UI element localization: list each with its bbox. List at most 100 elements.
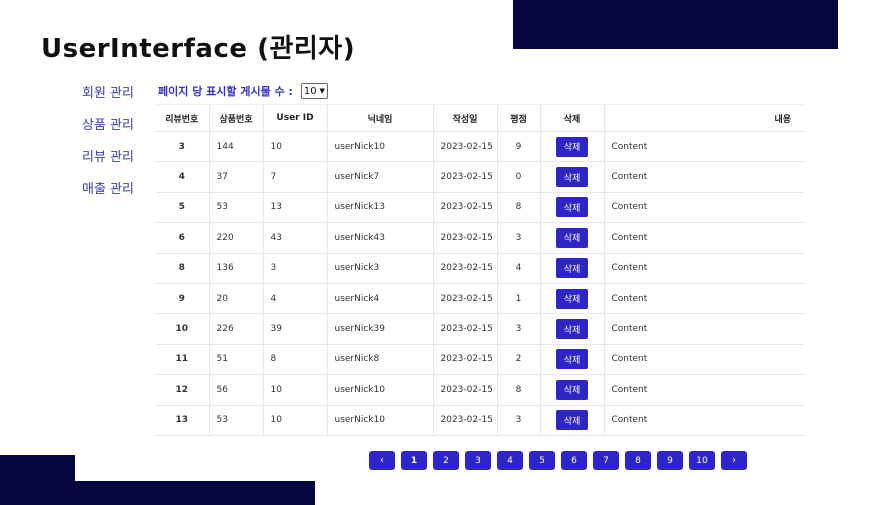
page-button-3[interactable]: 3: [465, 451, 491, 470]
cell-delete: 삭제: [540, 405, 605, 436]
cell-review-no: 10: [155, 313, 210, 345]
page-button-4[interactable]: 4: [497, 451, 523, 470]
chevron-down-icon: ▼: [319, 87, 325, 95]
decorative-block-top-right: [513, 0, 838, 49]
cell-review-no: 8: [155, 253, 210, 284]
cell-review-no: 4: [155, 161, 210, 193]
review-table-container: 리뷰번호 상품번호 User ID 닉네임 작성일 평점 삭제 내용 3 144…: [155, 104, 805, 436]
page-button-6[interactable]: 6: [561, 451, 587, 470]
cell-review-no: 6: [155, 222, 210, 254]
table-row: 10 226 39 userNick39 2023-02-15 3 삭제 Con…: [155, 313, 805, 345]
table-row: 12 56 10 userNick10 2023-02-15 8 삭제 Cont…: [155, 374, 805, 406]
table-row: 9 20 4 userNick4 2023-02-15 1 삭제 Content: [155, 283, 805, 315]
page-button-10[interactable]: 10: [689, 451, 715, 470]
sidebar: 회원 관리 상품 관리 리뷰 관리 매출 관리: [82, 86, 152, 214]
cell-review-no: 13: [155, 405, 210, 436]
page-button-9[interactable]: 9: [657, 451, 683, 470]
cell-nickname: userNick10: [327, 374, 434, 406]
delete-button[interactable]: 삭제: [556, 258, 588, 279]
table-row: 4 37 7 userNick7 2023-02-15 0 삭제 Content: [155, 161, 805, 193]
page-button-2[interactable]: 2: [433, 451, 459, 470]
cell-content: Content: [604, 344, 805, 376]
cell-content: Content: [604, 161, 805, 193]
prev-page-button[interactable]: ‹: [369, 451, 395, 470]
delete-button[interactable]: 삭제: [556, 319, 588, 340]
chevron-left-icon: ‹: [380, 455, 384, 466]
cell-product-no: 37: [209, 161, 264, 193]
table-row: 11 51 8 userNick8 2023-02-15 2 삭제 Conten…: [155, 344, 805, 376]
delete-button[interactable]: 삭제: [556, 136, 588, 157]
cell-date: 2023-02-15: [433, 283, 498, 315]
cell-delete: 삭제: [540, 131, 605, 163]
cell-product-no: 136: [209, 253, 264, 284]
sidebar-item-members[interactable]: 회원 관리: [82, 86, 152, 118]
cell-date: 2023-02-15: [433, 374, 498, 406]
cell-rating: 3: [497, 222, 541, 254]
cell-date: 2023-02-15: [433, 222, 498, 254]
cell-review-no: 9: [155, 283, 210, 315]
cell-content: Content: [604, 313, 805, 345]
cell-user-id: 43: [263, 222, 328, 254]
review-table: 리뷰번호 상품번호 User ID 닉네임 작성일 평점 삭제 내용 3 144…: [155, 104, 805, 436]
page-title: UserInterface (관리자): [41, 34, 356, 64]
delete-button[interactable]: 삭제: [556, 410, 588, 431]
per-page-select[interactable]: 10 ▼: [300, 83, 328, 99]
cell-delete: 삭제: [540, 253, 605, 284]
cell-rating: 8: [497, 374, 541, 406]
header-delete: 삭제: [540, 104, 605, 132]
cell-delete: 삭제: [540, 283, 605, 315]
cell-content: Content: [604, 405, 805, 436]
delete-button[interactable]: 삭제: [556, 349, 588, 370]
delete-button[interactable]: 삭제: [556, 167, 588, 188]
cell-user-id: 8: [263, 344, 328, 376]
cell-product-no: 51: [209, 344, 264, 376]
cell-nickname: userNick13: [327, 192, 434, 224]
cell-review-no: 3: [155, 131, 210, 163]
delete-button[interactable]: 삭제: [556, 227, 588, 248]
cell-content: Content: [604, 283, 805, 315]
sidebar-item-sales[interactable]: 매출 관리: [82, 182, 152, 214]
decorative-bar-bottom-left: [0, 481, 315, 505]
cell-delete: 삭제: [540, 192, 605, 224]
sidebar-item-reviews[interactable]: 리뷰 관리: [82, 150, 152, 182]
delete-button[interactable]: 삭제: [556, 288, 588, 309]
cell-user-id: 10: [263, 131, 328, 163]
pagination: ‹ 1 2 3 4 5 6 7 8 9 10 ›: [369, 451, 747, 470]
header-date: 작성일: [433, 104, 498, 132]
next-page-button[interactable]: ›: [721, 451, 747, 470]
table-body: 3 144 10 userNick10 2023-02-15 9 삭제 Cont…: [155, 131, 805, 436]
table-row: 3 144 10 userNick10 2023-02-15 9 삭제 Cont…: [155, 131, 805, 163]
cell-rating: 3: [497, 405, 541, 436]
header-user-id: User ID: [263, 104, 328, 132]
cell-user-id: 13: [263, 192, 328, 224]
page-button-5[interactable]: 5: [529, 451, 555, 470]
cell-user-id: 7: [263, 161, 328, 193]
sidebar-item-products[interactable]: 상품 관리: [82, 118, 152, 150]
cell-date: 2023-02-15: [433, 344, 498, 376]
cell-rating: 8: [497, 192, 541, 224]
table-row: 6 220 43 userNick43 2023-02-15 3 삭제 Cont…: [155, 222, 805, 254]
cell-date: 2023-02-15: [433, 131, 498, 163]
cell-date: 2023-02-15: [433, 192, 498, 224]
per-page-control: 페이지 당 표시할 게시물 수 : 10 ▼: [158, 83, 328, 99]
chevron-right-icon: ›: [732, 455, 736, 466]
per-page-label: 페이지 당 표시할 게시물 수 :: [158, 85, 293, 98]
cell-nickname: userNick43: [327, 222, 434, 254]
header-nickname: 닉네임: [327, 104, 434, 132]
cell-review-no: 5: [155, 192, 210, 224]
cell-delete: 삭제: [540, 374, 605, 406]
delete-button[interactable]: 삭제: [556, 197, 588, 218]
cell-product-no: 220: [209, 222, 264, 254]
cell-user-id: 10: [263, 405, 328, 436]
header-product-no: 상품번호: [209, 104, 264, 132]
page-button-1[interactable]: 1: [401, 451, 427, 470]
page-button-7[interactable]: 7: [593, 451, 619, 470]
page-button-8[interactable]: 8: [625, 451, 651, 470]
delete-button[interactable]: 삭제: [556, 379, 588, 400]
table-header-row: 리뷰번호 상품번호 User ID 닉네임 작성일 평점 삭제 내용: [155, 104, 805, 132]
cell-rating: 1: [497, 283, 541, 315]
cell-review-no: 11: [155, 344, 210, 376]
cell-nickname: userNick7: [327, 161, 434, 193]
table-row: 8 136 3 userNick3 2023-02-15 4 삭제 Conten…: [155, 253, 805, 284]
cell-user-id: 3: [263, 253, 328, 284]
